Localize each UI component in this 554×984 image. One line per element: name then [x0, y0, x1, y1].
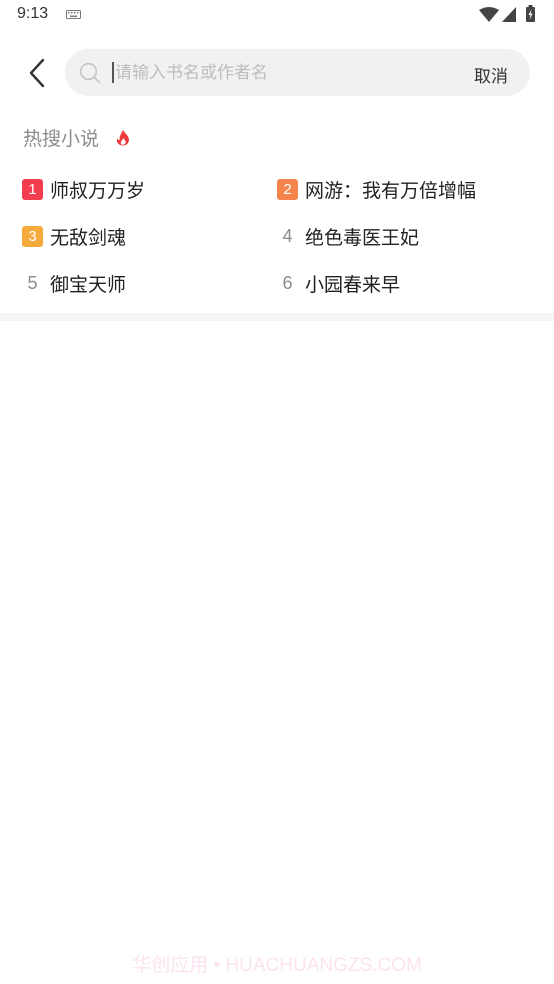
status-time: 9:13 — [17, 5, 49, 22]
hot-item-title: 网游：我有万倍增幅 — [305, 179, 477, 202]
hot-item-5[interactable]: 5 御宝天师 — [22, 269, 126, 297]
hot-item-title: 师叔万万岁 — [50, 179, 146, 202]
rank-number: 4 — [282, 225, 293, 246]
hot-item-title: 绝色毒医王妃 — [305, 226, 420, 249]
back-button[interactable] — [22, 55, 56, 91]
watermark: 华创应用 • HUACHUANGZS.COM — [132, 955, 422, 976]
rank-number: 6 — [282, 272, 293, 293]
hot-search-title: 热搜小说 — [23, 128, 100, 150]
battery-icon — [526, 5, 535, 22]
status-bar: 9:13 — [0, 0, 554, 30]
rank-badge: 1 — [22, 178, 43, 200]
search-input[interactable] — [115, 59, 445, 86]
text-caret — [112, 62, 114, 83]
keyboard-icon — [66, 10, 81, 19]
hot-item-title: 小园春来早 — [305, 273, 401, 296]
search-box[interactable]: 取消 — [65, 49, 530, 96]
hot-item-6[interactable]: 6 小园春来早 — [277, 269, 400, 297]
wifi-icon — [479, 7, 499, 22]
cancel-button[interactable]: 取消 — [474, 62, 508, 87]
hot-item-title: 无敌剑魂 — [50, 226, 127, 249]
back-icon — [29, 58, 45, 88]
rank-number: 5 — [27, 272, 38, 293]
rank-badge: 2 — [277, 178, 298, 200]
section-divider — [0, 313, 554, 321]
rank-badge: 3 — [22, 225, 43, 247]
hot-item-2[interactable]: 2 网游：我有万倍增幅 — [277, 175, 476, 203]
hot-item-1[interactable]: 1 师叔万万岁 — [22, 175, 145, 203]
hot-item-4[interactable]: 4 绝色毒医王妃 — [277, 222, 419, 250]
hot-item-3[interactable]: 3 无敌剑魂 — [22, 222, 126, 250]
search-icon — [79, 62, 101, 84]
fire-icon — [116, 129, 129, 146]
hot-item-title: 御宝天师 — [50, 273, 127, 296]
signal-icon — [502, 7, 516, 22]
